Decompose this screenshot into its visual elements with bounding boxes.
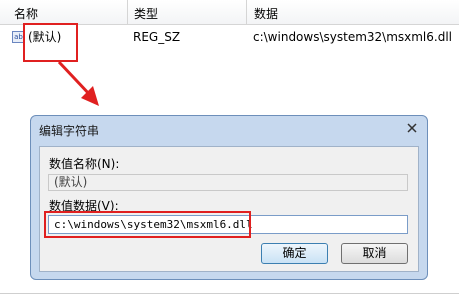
value-name-field: (默认): [48, 174, 408, 191]
close-icon[interactable]: [403, 120, 421, 136]
value-type: REG_SZ: [133, 30, 181, 44]
list-header: 名称 类型 数据: [0, 0, 459, 25]
ok-button[interactable]: 确定: [261, 243, 328, 264]
value-data: c:\windows\system32\msxml6.dll: [253, 30, 453, 44]
arrow-icon: [57, 60, 99, 106]
dialog-body: 数值名称(N): (默认) 数值数据(V): c:\windows\system…: [39, 146, 419, 272]
highlight-box: [23, 23, 78, 62]
dialog-title: 编辑字符串: [39, 124, 100, 138]
edit-string-dialog: 编辑字符串 数值名称(N): (默认) 数值数据(V): c:\windows\…: [30, 115, 428, 280]
value-name-label: 数值名称(N):: [49, 157, 120, 171]
highlight-box: [44, 211, 251, 238]
column-header-name[interactable]: 名称: [0, 0, 127, 24]
cancel-button[interactable]: 取消: [341, 243, 408, 264]
column-header-data[interactable]: 数据: [240, 0, 459, 24]
column-header-type[interactable]: 类型: [120, 0, 247, 24]
